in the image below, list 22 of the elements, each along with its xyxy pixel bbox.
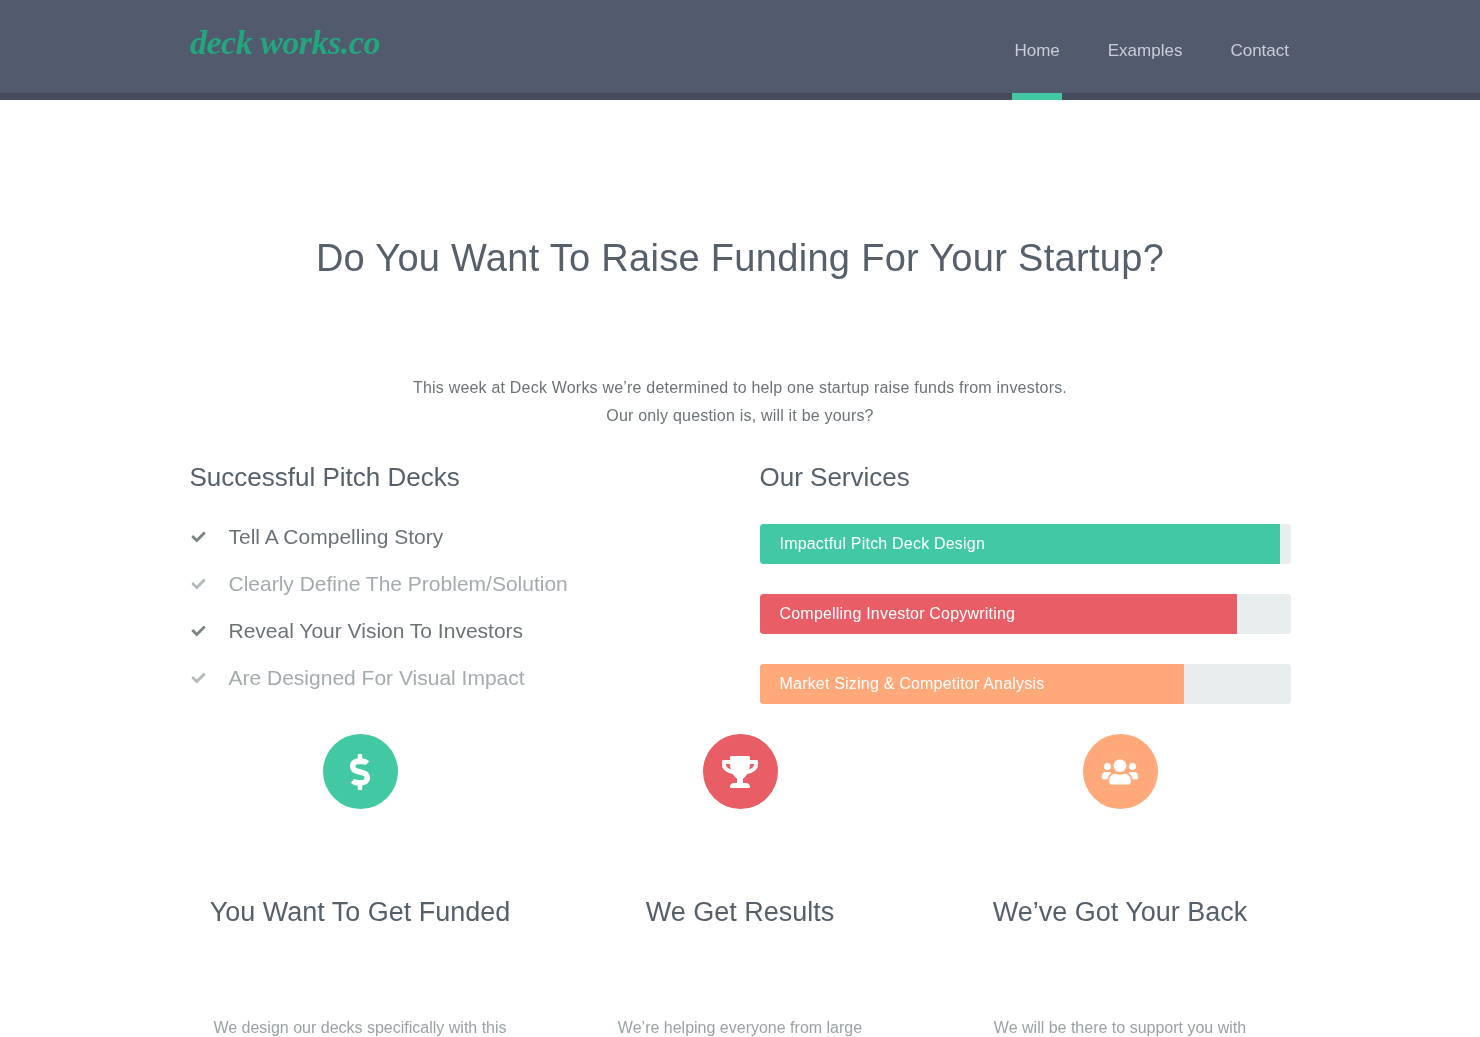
feature-text: We design our decks specifically with this — [213, 1019, 507, 1037]
feature-text: We will be there to support you with — [993, 1019, 1247, 1037]
nav-link[interactable]: Home — [1012, 0, 1062, 100]
intro-text: Our only question is, will it be yours? — [606, 406, 874, 426]
feature-title: We’ve Got Your Back — [992, 896, 1248, 929]
nav-link[interactable]: Contact — [1228, 0, 1291, 100]
service-label: Impactful Pitch Deck Design — [779, 535, 985, 553]
feature-title: You Want To Get Funded — [209, 896, 511, 929]
section-heading: Our Services — [759, 461, 911, 493]
page-title: Do You Want To Raise Funding For Your Startup? — [315, 236, 1165, 281]
feature-title: We Get Results — [645, 896, 835, 929]
list-item-text: Tell A Compelling Story — [228, 524, 444, 549]
logo[interactable]: deck works.co — [190, 0, 380, 100]
service-label: Compelling Investor Copywriting — [779, 605, 1016, 623]
intro-text: This week at Deck Works we’re determined to help one startup raise funds from investors. — [413, 378, 1067, 398]
list-item-text: Are Designed For Visual Impact — [228, 665, 525, 690]
list-item-text: Clearly Define The Problem/Solution — [228, 571, 568, 596]
list-item-text: Reveal Your Vision To Investors — [228, 618, 524, 643]
feature-text: We’re helping everyone from large — [617, 1019, 863, 1037]
service-label: Market Sizing & Competitor Analysis — [779, 675, 1045, 693]
section-heading: Successful Pitch Decks — [189, 461, 461, 493]
nav-link[interactable]: Examples — [1105, 0, 1185, 100]
